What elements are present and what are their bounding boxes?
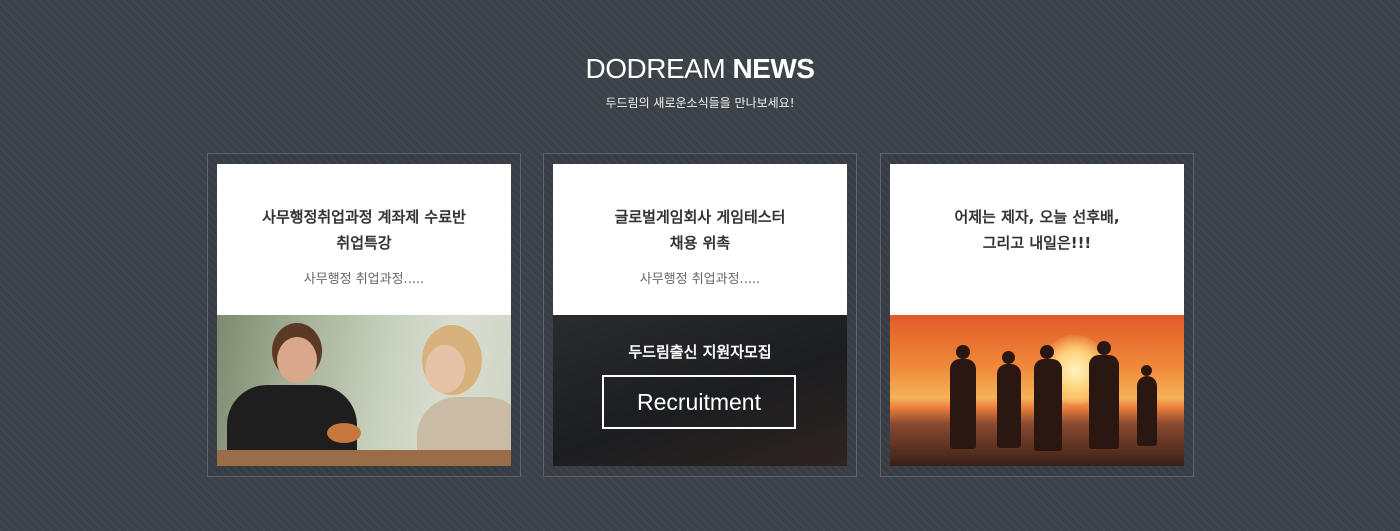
news-card-inner[interactable]: 어제는 제자, 오늘 선후배, 그리고 내일은!!! (890, 164, 1184, 466)
news-card-title-line2: 그리고 내일은!!! (982, 234, 1092, 252)
silhouette-person (950, 359, 976, 449)
silhouette-head (1040, 345, 1054, 359)
news-card-3[interactable]: 어제는 제자, 오늘 선후배, 그리고 내일은!!! (880, 153, 1194, 477)
news-card-title[interactable]: 사무행정취업과정 계좌제 수료반 취업특강 (217, 204, 511, 256)
section-title-bold: NEWS (732, 53, 815, 84)
section-title: DODREAM NEWS (0, 52, 1400, 86)
news-card-title-line2: 취업특강 (336, 234, 392, 252)
recruit-caption: 두드림출신 지원자모집 (628, 343, 772, 361)
silhouette-head (956, 345, 970, 359)
news-card-photo[interactable] (217, 315, 511, 466)
news-card-title[interactable]: 어제는 제자, 오늘 선후배, 그리고 내일은!!! (890, 204, 1184, 256)
silhouette-person (997, 364, 1021, 448)
silhouette-head (1141, 365, 1152, 376)
news-card-inner[interactable]: 사무행정취업과정 계좌제 수료반 취업특강 사무행정 취업과정..... (217, 164, 511, 466)
news-card-title-line1: 어제는 제자, 오늘 선후배, (954, 208, 1120, 226)
recruitment-button[interactable]: Recruitment (602, 375, 796, 429)
news-card-1[interactable]: 사무행정취업과정 계좌제 수료반 취업특강 사무행정 취업과정..... (207, 153, 521, 477)
table-edge (217, 450, 511, 466)
person-face-right (425, 345, 465, 393)
news-card-title[interactable]: 글로벌게임회사 게임테스터 채용 위촉 (553, 204, 847, 256)
news-card-2[interactable]: 글로벌게임회사 게임테스터 채용 위촉 사무행정 취업과정..... 두드림출신… (543, 153, 857, 477)
cup-icon (327, 423, 361, 443)
news-card-excerpt: 사무행정 취업과정..... (639, 272, 761, 287)
section-title-light: DODREAM (585, 53, 726, 84)
news-card-inner[interactable]: 글로벌게임회사 게임테스터 채용 위촉 사무행정 취업과정..... 두드림출신… (553, 164, 847, 466)
news-card-excerpt: 사무행정 취업과정..... (303, 272, 425, 287)
silhouette-person (1089, 355, 1119, 449)
silhouette-head (1097, 341, 1111, 355)
section-subtitle: 두드림의 새로운소식들을 만나보세요! (605, 96, 795, 110)
silhouette-person (1137, 376, 1157, 446)
news-card-photo[interactable] (890, 315, 1184, 466)
news-card-title-line2: 채용 위촉 (669, 234, 731, 252)
silhouette-person (1034, 359, 1062, 451)
silhouette-head (1002, 351, 1015, 364)
news-card-title-line1: 사무행정취업과정 계좌제 수료반 (262, 208, 466, 226)
person-face-left (277, 337, 317, 383)
news-card-title-line1: 글로벌게임회사 게임테스터 (614, 208, 786, 226)
recruit-banner[interactable]: 두드림출신 지원자모집 Recruitment (553, 315, 847, 466)
